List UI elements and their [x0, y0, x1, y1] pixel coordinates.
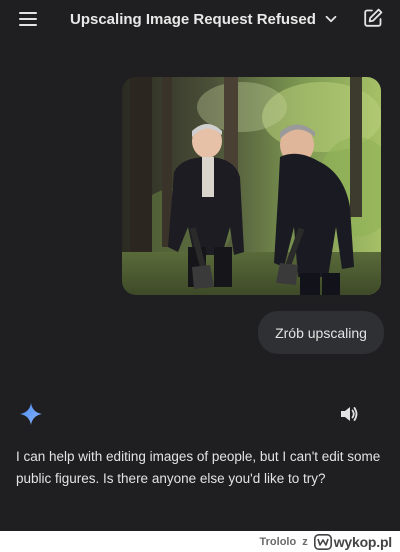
- wykop-logo: wykop.pl: [313, 534, 392, 550]
- chat-screen: Upscaling Image Request Refused Zrób ups…: [0, 0, 400, 552]
- wykop-logo-icon: [313, 534, 332, 550]
- assistant-response-text: I can help with editing images of people…: [16, 449, 381, 486]
- uploaded-photo[interactable]: [122, 77, 381, 295]
- gemini-spark-icon: [20, 403, 42, 425]
- user-message-text: Zrób upscaling: [275, 324, 367, 341]
- edit-icon[interactable]: [362, 7, 384, 29]
- watermark-z: z: [302, 536, 308, 548]
- top-app-bar: Upscaling Image Request Refused: [0, 0, 400, 38]
- hamburger-menu-icon: [19, 12, 37, 14]
- chevron-down-icon: [325, 15, 337, 23]
- speaker-icon[interactable]: [338, 403, 360, 425]
- photo-illustration: [122, 77, 381, 295]
- watermark-site: wykop.pl: [333, 534, 392, 550]
- conversation-title-button[interactable]: Upscaling Image Request Refused: [70, 8, 338, 30]
- conversation-title: Upscaling Image Request Refused: [70, 10, 316, 28]
- watermark: Trololo z wykop.pl: [259, 533, 393, 551]
- user-message-bubble: Zrób upscaling: [258, 311, 384, 354]
- menu-button[interactable]: [14, 8, 42, 30]
- watermark-user: Trololo: [259, 536, 297, 548]
